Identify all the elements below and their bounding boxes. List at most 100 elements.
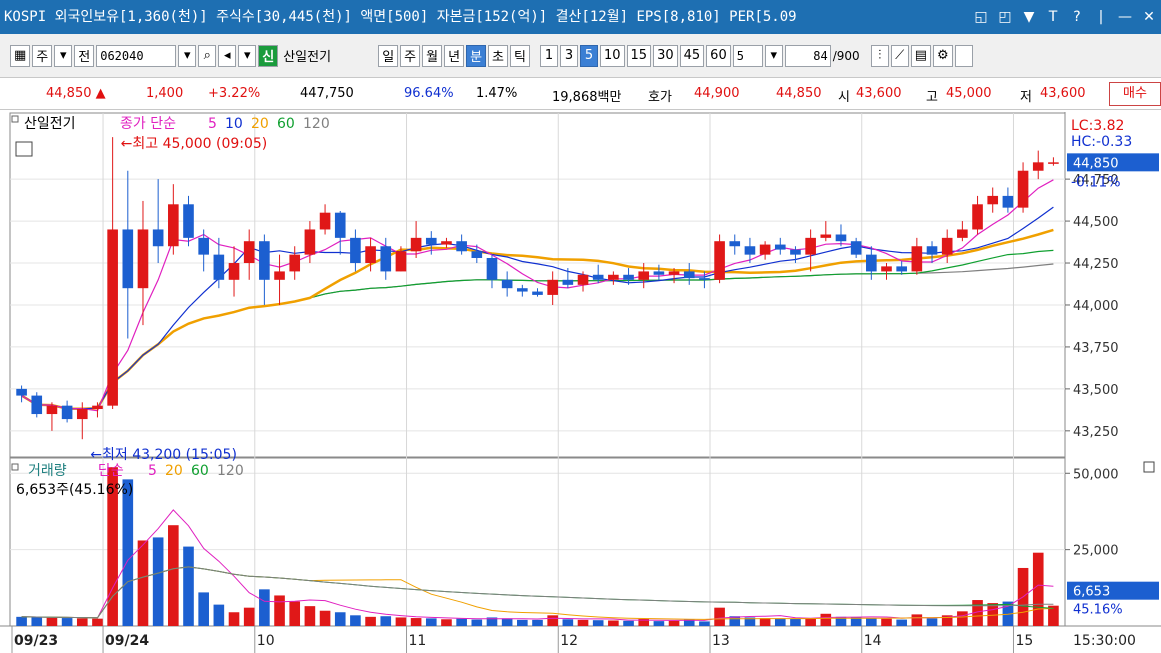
candle-body[interactable]	[790, 249, 801, 255]
volume-bar[interactable]	[577, 619, 589, 626]
candle-body[interactable]	[122, 229, 134, 289]
volume-bar[interactable]	[425, 618, 437, 626]
volume-bar[interactable]	[926, 618, 938, 626]
speaker-dropdown-icon[interactable]: ▾	[238, 44, 257, 67]
candle-body[interactable]	[926, 246, 938, 255]
volume-bar[interactable]	[274, 595, 285, 626]
volume-bar[interactable]	[92, 618, 103, 626]
volume-bar[interactable]	[46, 617, 58, 626]
candle-body[interactable]	[471, 251, 483, 258]
volume-bar[interactable]	[820, 613, 832, 626]
period-type-select[interactable]: 주	[32, 44, 53, 67]
save-icon[interactable]: ▤	[910, 44, 932, 67]
candle-body[interactable]	[1017, 170, 1029, 208]
volume-bar[interactable]	[471, 619, 483, 626]
stock-chart[interactable]: 44,75044,50044,25044,00043,75043,50043,2…	[0, 112, 1161, 653]
candle-body[interactable]	[76, 409, 88, 420]
custom-interval-input[interactable]: 5	[732, 44, 763, 67]
candle-body[interactable]	[820, 234, 832, 238]
candle-body[interactable]	[410, 237, 422, 252]
volume-bar[interactable]	[562, 619, 574, 626]
candle-body[interactable]	[183, 204, 194, 238]
candle-body[interactable]	[395, 251, 407, 272]
interval-30[interactable]: 30	[653, 44, 678, 67]
volume-bar[interactable]	[653, 621, 665, 626]
candle-body[interactable]	[334, 212, 346, 238]
volume-bar[interactable]	[592, 620, 604, 626]
grid-settings-icon[interactable]	[15, 141, 33, 157]
volume-bar[interactable]	[805, 618, 816, 626]
price-legend-toggle-icon[interactable]	[11, 115, 19, 123]
candle-body[interactable]	[987, 195, 999, 205]
candle-body[interactable]	[380, 246, 392, 272]
volume-bar[interactable]	[365, 616, 376, 626]
tab-5[interactable]: 초	[488, 44, 509, 67]
candle-body[interactable]	[881, 266, 892, 272]
interval-3[interactable]: 3	[559, 44, 578, 67]
candle-body[interactable]	[653, 271, 665, 275]
checkbox[interactable]	[954, 44, 973, 67]
candle-body[interactable]	[456, 241, 467, 252]
volume-bar[interactable]	[168, 525, 179, 626]
candle-body[interactable]	[683, 271, 695, 279]
candle-body[interactable]	[107, 229, 118, 406]
buy-button[interactable]: 매수	[1109, 82, 1161, 106]
candle-body[interactable]	[46, 405, 58, 415]
candle-body[interactable]	[289, 254, 301, 272]
volume-bar[interactable]	[76, 618, 88, 626]
candle-body[interactable]	[1048, 162, 1059, 164]
candle-body[interactable]	[562, 279, 574, 285]
candle-body[interactable]	[486, 257, 498, 280]
candle-body[interactable]	[198, 237, 209, 255]
candle-body[interactable]	[228, 263, 240, 280]
volume-bar[interactable]	[152, 537, 164, 626]
candle-body[interactable]	[896, 266, 907, 272]
candle-body[interactable]	[274, 271, 285, 280]
volume-bar[interactable]	[608, 620, 619, 626]
pin-icon[interactable]: ▼	[1021, 0, 1037, 34]
candle-body[interactable]	[92, 405, 103, 410]
candle-body[interactable]	[319, 212, 331, 230]
candle-body[interactable]	[501, 279, 513, 289]
volume-bar[interactable]	[289, 601, 301, 626]
volume-bar[interactable]	[714, 607, 725, 626]
candle-body[interactable]	[805, 237, 816, 255]
help-icon[interactable]: ?	[1069, 0, 1085, 34]
candle-body[interactable]	[668, 271, 680, 275]
chevron-down-icon[interactable]: ▾	[54, 44, 73, 67]
count-input[interactable]: 84	[784, 44, 831, 67]
link-icon[interactable]: ◰	[997, 0, 1013, 34]
gear-icon[interactable]: ⚙	[933, 44, 953, 67]
minimize-icon[interactable]: |	[1093, 0, 1109, 34]
volume-bar[interactable]	[304, 606, 316, 626]
tab-2[interactable]: 월	[422, 44, 443, 67]
volume-bar[interactable]	[410, 618, 422, 626]
candle-body[interactable]	[168, 204, 179, 247]
interval-10[interactable]: 10	[599, 44, 625, 67]
volume-bar[interactable]	[699, 621, 710, 626]
candle-body[interactable]	[365, 246, 376, 264]
volume-bar[interactable]	[16, 616, 27, 626]
candle-body[interactable]	[592, 274, 604, 280]
candle-body[interactable]	[744, 246, 756, 255]
volume-bar[interactable]	[395, 617, 407, 626]
volume-bar[interactable]	[866, 618, 877, 626]
volume-bar[interactable]	[501, 618, 513, 626]
volume-bar[interactable]	[790, 618, 801, 626]
candle-body[interactable]	[31, 395, 43, 415]
interval-15[interactable]: 15	[626, 44, 652, 67]
volume-bar[interactable]	[228, 612, 240, 626]
tab-0[interactable]: 일	[378, 44, 399, 67]
candle-body[interactable]	[972, 204, 983, 230]
volume-bar[interactable]	[759, 618, 771, 626]
candle-body[interactable]	[517, 288, 528, 292]
candle-body[interactable]	[759, 244, 771, 255]
volume-bar[interactable]	[532, 619, 543, 626]
tab-6[interactable]: 틱	[510, 44, 530, 67]
candle-body[interactable]	[441, 241, 452, 245]
candle-body[interactable]	[911, 246, 923, 272]
tab-4[interactable]: 분	[466, 44, 487, 67]
price-panel[interactable]	[9, 112, 1066, 458]
candle-body[interactable]	[577, 274, 589, 285]
maximize-icon[interactable]: —	[1117, 0, 1133, 34]
